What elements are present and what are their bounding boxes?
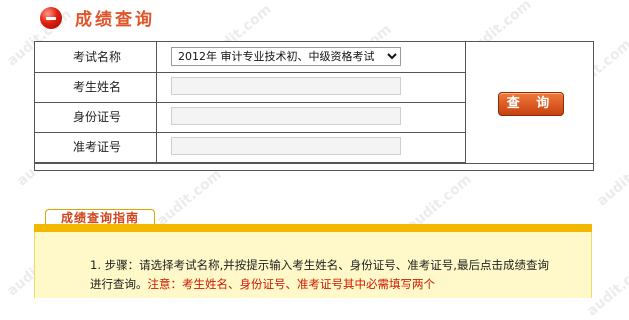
guide-text: 1. 步骤：请选择考试名称,并按提示输入考生姓名、身份证号、准考证号,最后点击成… bbox=[90, 256, 560, 294]
minus-circle-icon bbox=[40, 7, 62, 29]
form-row-id: 身份证号 bbox=[35, 102, 465, 133]
note-label: 注意： bbox=[147, 277, 183, 291]
step-prefix: 1. 步骤： bbox=[90, 258, 140, 272]
page-header: 成绩查询 bbox=[0, 0, 629, 40]
form-bottom-strip bbox=[35, 163, 593, 170]
exam-name-select[interactable]: 2012年 审计专业技术初、中级资格考试 bbox=[171, 47, 401, 66]
candidate-name-label: 考生姓名 bbox=[35, 72, 157, 102]
ticket-number-input[interactable] bbox=[171, 137, 401, 155]
guide-body: 1. 步骤：请选择考试名称,并按提示输入考生姓名、身份证号、准考证号,最后点击成… bbox=[34, 232, 592, 298]
exam-name-label: 考试名称 bbox=[35, 42, 157, 72]
id-number-input[interactable] bbox=[171, 107, 401, 125]
query-button[interactable]: 查 询 bbox=[498, 92, 564, 116]
form-row-exam: 考试名称 2012年 审计专业技术初、中级资格考试 bbox=[35, 42, 465, 73]
guide-bar bbox=[34, 224, 592, 232]
candidate-name-input[interactable] bbox=[171, 77, 401, 95]
note-text: 考生姓名、身份证号、准考证号其中必需填写两个 bbox=[182, 277, 435, 291]
id-number-label: 身份证号 bbox=[35, 102, 157, 132]
form-row-ticket: 准考证号 bbox=[35, 132, 465, 163]
button-cell: 查 询 bbox=[465, 42, 594, 163]
ticket-number-label: 准考证号 bbox=[35, 132, 157, 162]
page-title: 成绩查询 bbox=[75, 10, 155, 30]
form-row-name: 考生姓名 bbox=[35, 72, 465, 103]
query-form: 考试名称 2012年 审计专业技术初、中级资格考试 考生姓名 身份证号 准考证号… bbox=[34, 41, 594, 171]
